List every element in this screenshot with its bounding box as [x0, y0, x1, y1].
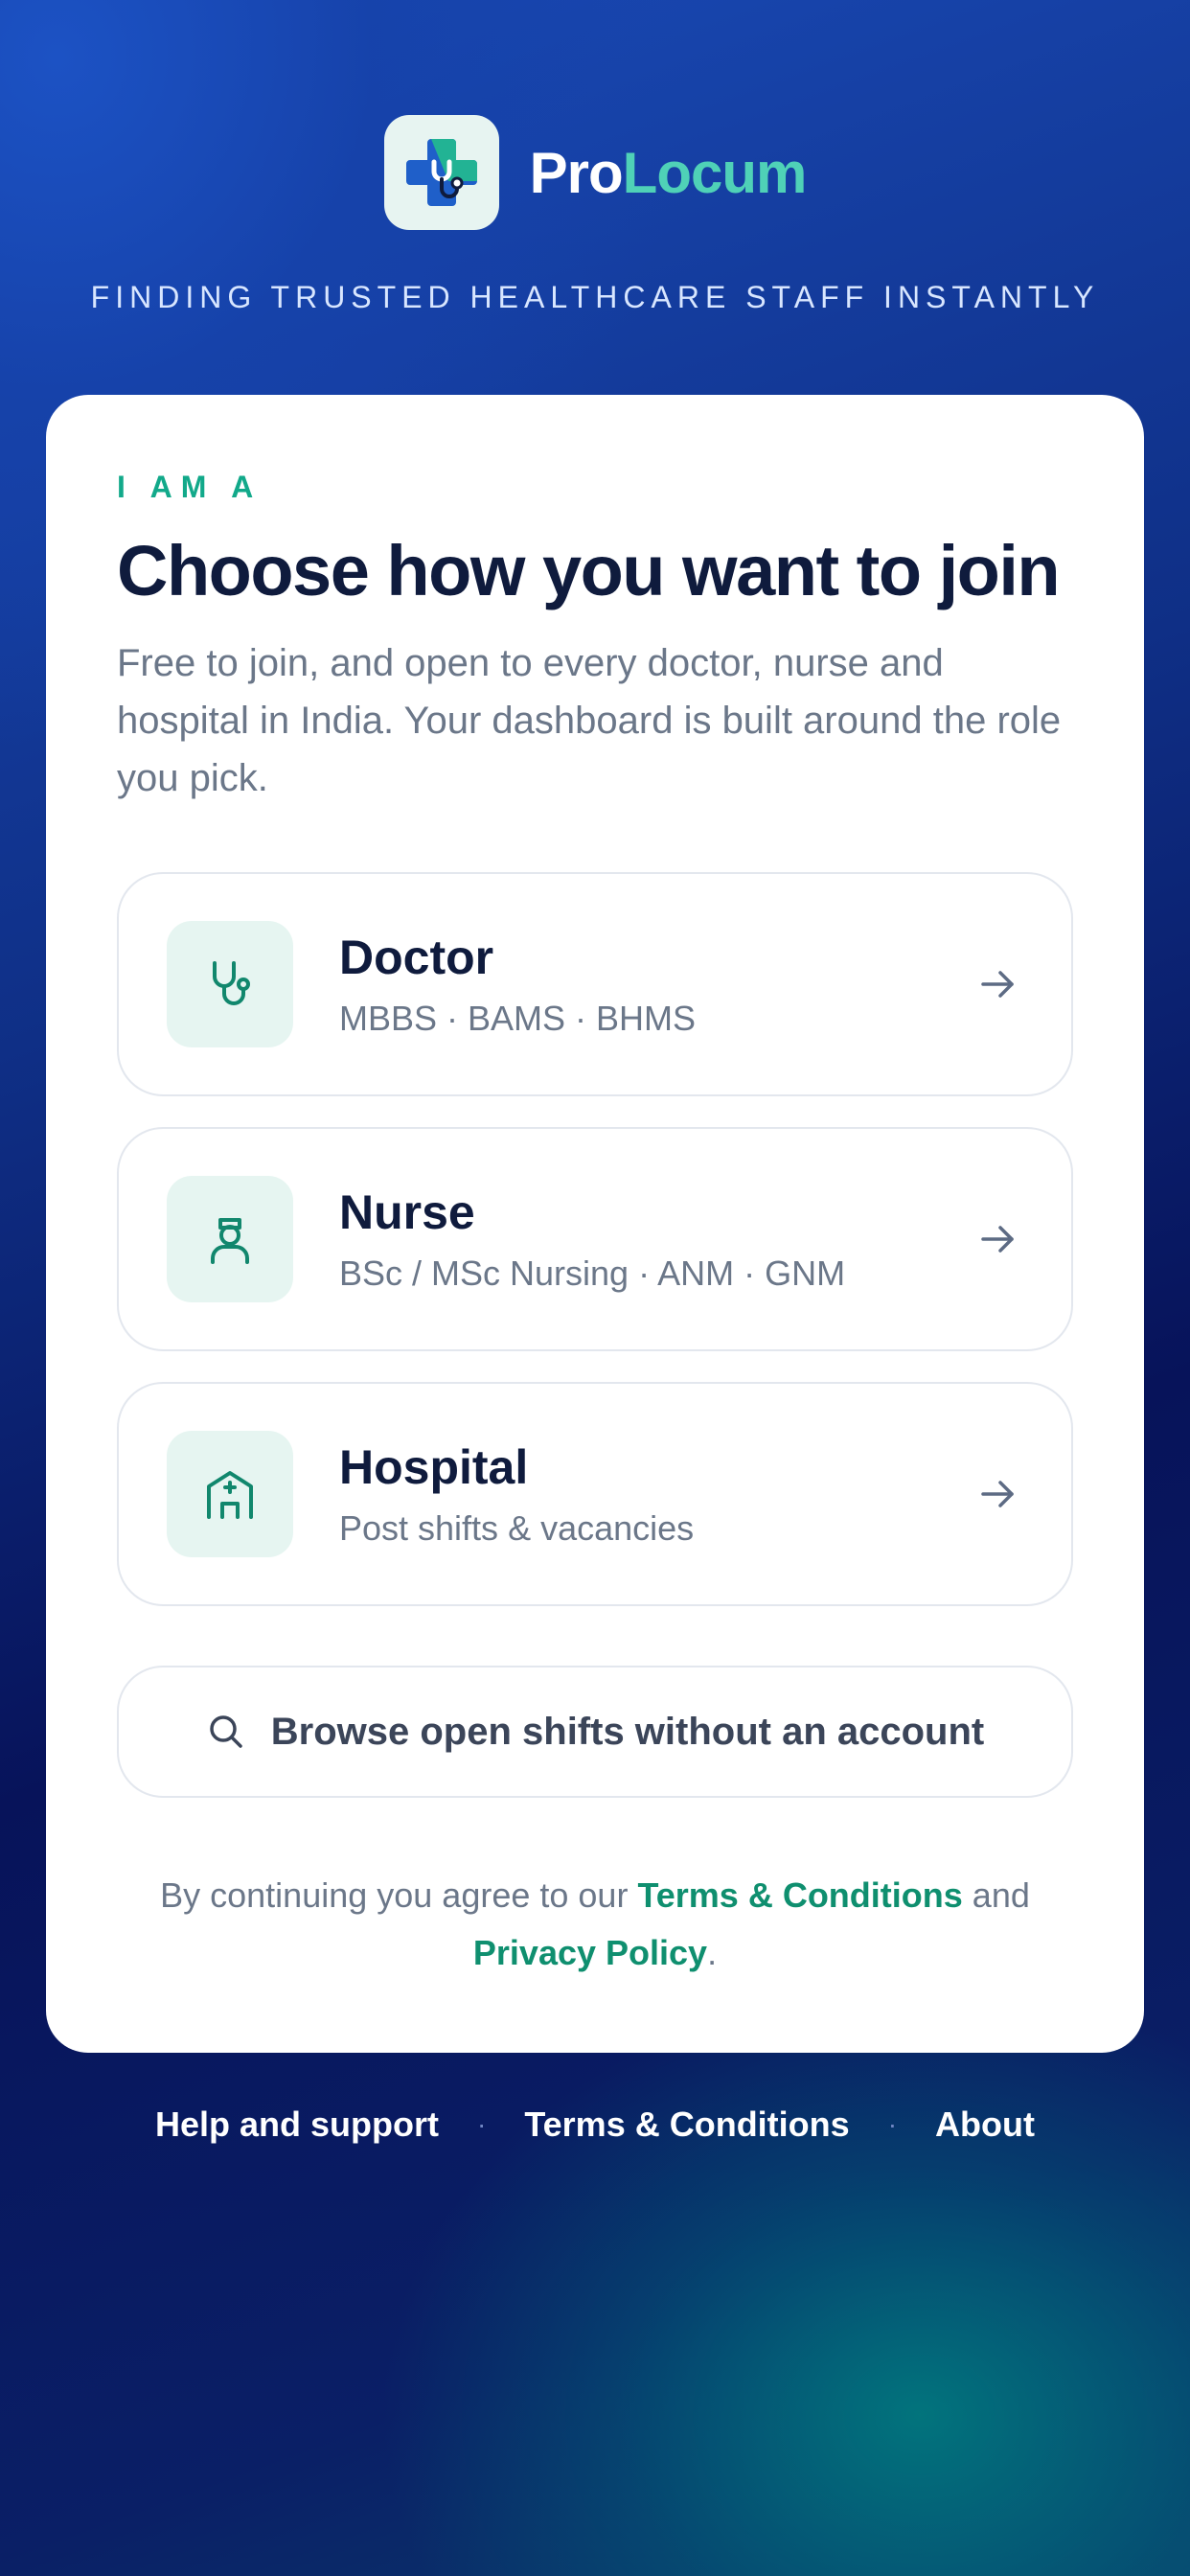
legal-notice: By continuing you agree to our Terms & C… [117, 1867, 1073, 1982]
footer-link-about[interactable]: About [935, 2104, 1035, 2145]
role-icon-tile [167, 1176, 293, 1303]
page-title: Choose how you want to join [117, 531, 1061, 610]
role-title: Hospital [339, 1440, 529, 1495]
arrow-right-icon [981, 971, 1014, 999]
footer-separator: · [887, 2109, 898, 2139]
role-list: Doctor MBBS · BAMS · BHMS Nurse BSc / MS… [117, 872, 1073, 1607]
page-subtitle: Free to join, and open to every doctor, … [117, 642, 1062, 800]
hospital-icon [207, 1471, 253, 1520]
role-title: Doctor [339, 931, 494, 985]
role-option-doctor[interactable]: Doctor MBBS · BAMS · BHMS [117, 872, 1073, 1097]
brand-header: ProLocum [0, 115, 1190, 230]
legal-prefix: By continuing you agree to our [160, 1875, 638, 1916]
footer-separator: · [477, 2109, 487, 2139]
tagline: FINDING TRUSTED HEALTHCARE STAFF INSTANT… [90, 280, 1100, 314]
app-name-locum: Locum [622, 140, 808, 205]
role-description: BSc / MSc Nursing · ANM · GNM [339, 1254, 846, 1294]
search-icon [210, 1715, 242, 1749]
browse-shifts-label: Browse open shifts without an account [270, 1710, 985, 1753]
stethoscope-icon [213, 961, 250, 1006]
role-option-nurse[interactable]: Nurse BSc / MSc Nursing · ANM · GNM [117, 1127, 1073, 1352]
app-name-pro: Pro [529, 140, 624, 205]
footer-nav: Help and support · Terms & Conditions · … [0, 2104, 1190, 2145]
logo [383, 115, 499, 230]
stethoscope-cross-icon [405, 139, 477, 206]
browse-shifts-button[interactable]: Browse open shifts without an account [117, 1666, 1073, 1799]
footer-link-help[interactable]: Help and support [155, 2104, 439, 2145]
role-description: MBBS · BAMS · BHMS [339, 999, 697, 1039]
role-description: Post shifts & vacancies [339, 1508, 695, 1549]
role-icon-tile [167, 1431, 293, 1558]
legal-middle: and [962, 1875, 1030, 1916]
legal-suffix: . [707, 1933, 718, 1973]
footer-link-terms[interactable]: Terms & Conditions [524, 2104, 849, 2145]
privacy-link[interactable]: Privacy Policy [473, 1933, 707, 1972]
role-icon-tile [167, 921, 293, 1048]
app-name: ProLocum [529, 140, 808, 206]
role-selection-card: I AM A Choose how you want to join Free … [46, 395, 1144, 2053]
eyebrow-label: I AM A [117, 470, 263, 504]
role-option-hospital[interactable]: Hospital Post shifts & vacancies [117, 1382, 1073, 1607]
role-title: Nurse [339, 1185, 475, 1240]
arrow-right-icon [981, 1226, 1014, 1254]
nurse-icon [211, 1218, 249, 1265]
terms-link[interactable]: Terms & Conditions [637, 1875, 962, 1915]
arrow-right-icon [981, 1481, 1014, 1508]
